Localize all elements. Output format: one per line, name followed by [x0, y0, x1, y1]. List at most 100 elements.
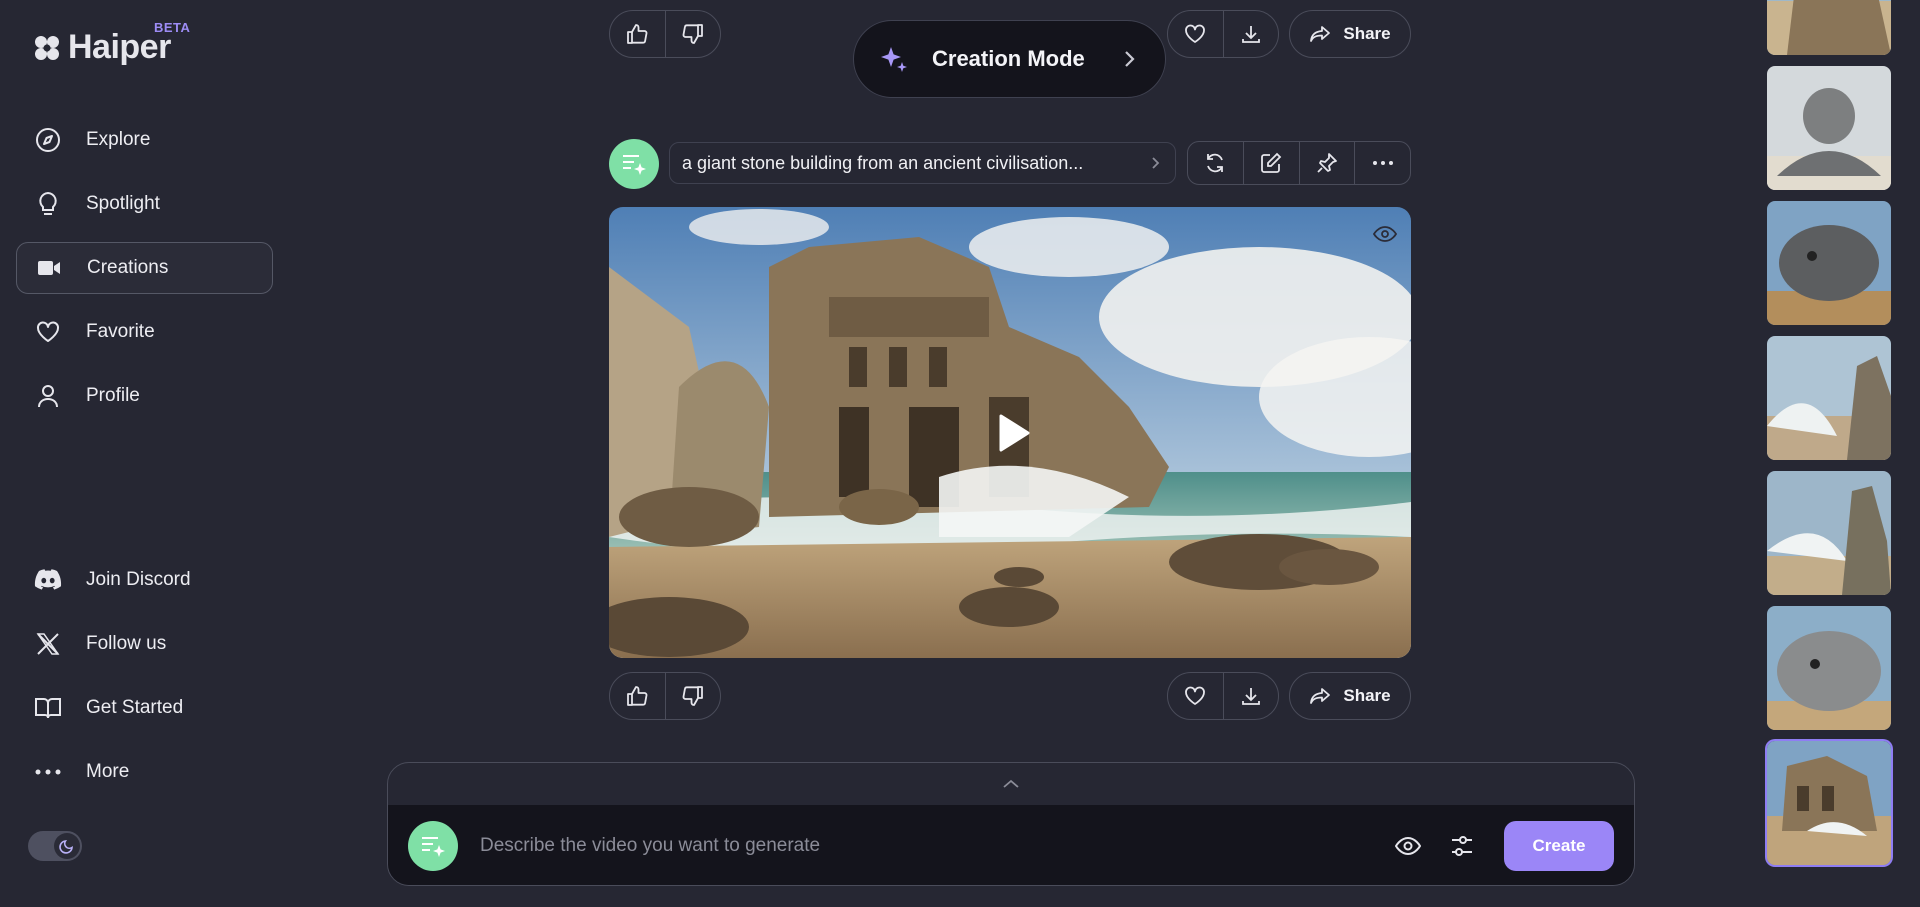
chevron-right-icon — [1125, 51, 1135, 67]
download-icon — [1241, 688, 1260, 705]
beta-badge: BETA — [154, 20, 191, 35]
nav-label-profile: Profile — [86, 385, 140, 406]
favorite-download-group-top — [1167, 10, 1279, 58]
more-dots-icon — [1372, 161, 1393, 165]
creation-thumbnail-7-selected[interactable] — [1767, 741, 1891, 865]
favorite-download-group-bottom — [1167, 672, 1279, 720]
download-button[interactable] — [1222, 673, 1279, 719]
creation-thumbnail-1[interactable] — [1767, 0, 1891, 55]
preview-toggle-button[interactable] — [1388, 826, 1428, 866]
nav-label-follow-us: Follow us — [86, 633, 167, 654]
composer-input-row: Create — [388, 805, 1634, 885]
user-icon — [34, 382, 62, 410]
haiper-logo-icon — [35, 35, 59, 60]
nav-item-spotlight[interactable]: Spotlight — [16, 178, 273, 230]
more-options-button[interactable] — [1354, 142, 1410, 184]
pin-button[interactable] — [1298, 142, 1355, 184]
compass-icon — [34, 126, 62, 154]
nav-label-favorite: Favorite — [86, 321, 155, 342]
heart-icon — [1185, 686, 1206, 705]
play-icon[interactable] — [997, 413, 1031, 453]
regenerate-button[interactable] — [1188, 142, 1243, 184]
pin-icon — [1317, 153, 1337, 173]
nav-label-join-discord: Join Discord — [86, 569, 191, 590]
share-icon — [1310, 688, 1331, 704]
video-preview[interactable] — [609, 207, 1411, 658]
thumbs-down-button[interactable] — [664, 11, 721, 57]
nav-label-explore: Explore — [86, 129, 151, 150]
prompt-text: a giant stone building from an ancient c… — [682, 152, 1084, 173]
thumbnail-image — [1767, 201, 1891, 325]
nav-item-profile[interactable]: Profile — [16, 370, 273, 422]
nav-item-explore[interactable]: Explore — [16, 114, 273, 166]
sparkles-icon — [881, 47, 907, 72]
share-button[interactable]: Share — [1289, 672, 1411, 720]
share-icon — [1310, 26, 1331, 42]
nav-label-more: More — [86, 761, 130, 782]
share-button[interactable]: Share — [1289, 10, 1411, 58]
toggle-knob — [54, 833, 80, 859]
thumbnail-image — [1767, 741, 1891, 865]
creation-mode-button[interactable]: Creation Mode — [853, 20, 1166, 98]
nav-item-get-started[interactable]: Get Started — [16, 682, 273, 734]
eye-icon[interactable] — [1373, 225, 1397, 243]
thumbs-down-button[interactable] — [664, 673, 721, 719]
more-dots-icon — [34, 758, 62, 786]
prompt-composer: Create — [387, 762, 1635, 886]
primary-nav: Explore Spotlight Creations Favorite Pro… — [16, 114, 273, 434]
favorite-button[interactable] — [1168, 11, 1223, 57]
thumbs-up-button[interactable] — [610, 11, 665, 57]
x-logo-icon — [34, 630, 62, 658]
thumbnail-image — [1767, 606, 1891, 730]
eye-icon — [1395, 836, 1421, 856]
creation-avatar — [609, 139, 659, 189]
rating-group-top — [609, 10, 721, 58]
prompt-sparkle-icon — [623, 155, 646, 175]
thumbs-down-icon — [682, 686, 703, 706]
heart-icon — [34, 318, 62, 346]
creation-thumbnail-5[interactable] — [1767, 471, 1891, 595]
refresh-icon — [1207, 153, 1224, 173]
nav-label-get-started: Get Started — [86, 697, 184, 718]
creation-thumbnail-6[interactable] — [1767, 606, 1891, 730]
creation-thumbnail-4[interactable] — [1767, 336, 1891, 460]
creation-thumbnail-3[interactable] — [1767, 201, 1891, 325]
thumbs-up-icon — [627, 24, 648, 44]
favorite-button[interactable] — [1168, 673, 1223, 719]
composer-expand-handle[interactable] — [388, 763, 1634, 805]
nav-item-join-discord[interactable]: Join Discord — [16, 554, 273, 606]
lightbulb-icon — [34, 190, 62, 218]
download-button[interactable] — [1222, 11, 1279, 57]
chevron-right-icon — [1152, 157, 1160, 169]
nav-item-creations[interactable]: Creations — [16, 242, 273, 294]
prompt-text-pill[interactable]: a giant stone building from an ancient c… — [669, 142, 1176, 184]
thumbnail-image — [1767, 66, 1891, 190]
secondary-nav: Join Discord Follow us Get Started More — [16, 554, 273, 810]
thumbnail-image — [1767, 336, 1891, 460]
chevron-up-icon — [1003, 779, 1019, 788]
edit-button[interactable] — [1242, 142, 1299, 184]
thumbnail-image — [1767, 0, 1891, 55]
share-label: Share — [1343, 24, 1391, 43]
heart-icon — [1185, 24, 1206, 43]
brand-logo[interactable]: Haiper BETA — [32, 20, 190, 67]
nav-label-spotlight: Spotlight — [86, 193, 160, 214]
nav-item-more[interactable]: More — [16, 746, 273, 798]
rating-group-bottom — [609, 672, 721, 720]
nav-item-favorite[interactable]: Favorite — [16, 306, 273, 358]
thumbs-down-icon — [682, 24, 703, 44]
theme-toggle[interactable] — [28, 831, 82, 861]
discord-icon — [34, 566, 62, 594]
download-icon — [1241, 26, 1260, 43]
composer-avatar — [408, 821, 458, 871]
moon-icon — [59, 840, 73, 854]
settings-sliders-button[interactable] — [1442, 826, 1482, 866]
nav-item-follow-us[interactable]: Follow us — [16, 618, 273, 670]
nav-label-creations: Creations — [87, 257, 169, 278]
video-camera-icon — [35, 254, 63, 282]
video-description-input[interactable] — [478, 834, 1374, 858]
creation-thumbnail-2[interactable] — [1767, 66, 1891, 190]
share-label: Share — [1343, 686, 1391, 705]
thumbs-up-button[interactable] — [610, 673, 665, 719]
create-button[interactable]: Create — [1504, 821, 1614, 871]
